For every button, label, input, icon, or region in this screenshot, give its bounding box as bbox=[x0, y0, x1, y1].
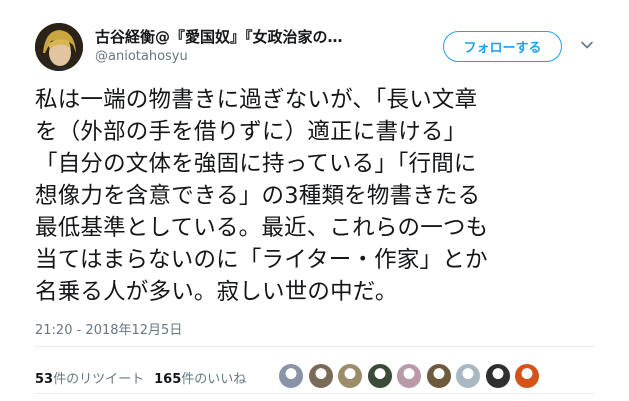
liker-avatar-icon[interactable] bbox=[366, 363, 393, 389]
like-count: 165 bbox=[154, 372, 182, 387]
display-name[interactable]: 古谷経衡@『愛国奴』『女政治家の… bbox=[95, 26, 343, 47]
avatar-icon bbox=[35, 23, 83, 71]
retweet-count: 53 bbox=[35, 372, 54, 387]
liker-avatar-icon[interactable] bbox=[514, 363, 540, 389]
liker-avatar-icon[interactable] bbox=[396, 363, 422, 389]
divider bbox=[35, 346, 595, 347]
retweet-stat[interactable]: 53件のリツイート bbox=[35, 372, 144, 387]
retweet-label: 件のリツイート bbox=[53, 372, 145, 387]
tweet-stats: 53件のリツイート 165件のいいね bbox=[35, 368, 246, 387]
liker-avatar-icon[interactable] bbox=[425, 363, 452, 389]
liker-avatar-icon[interactable] bbox=[307, 363, 334, 389]
chevron-down-icon[interactable] bbox=[580, 38, 594, 52]
avatar[interactable] bbox=[35, 23, 83, 71]
liker-avatar-icon[interactable] bbox=[484, 363, 511, 389]
like-label: 件のいいね bbox=[181, 372, 247, 387]
timestamp[interactable]: 21:20 - 2018年12月5日 bbox=[35, 319, 182, 338]
liker-avatar-icon[interactable] bbox=[337, 363, 363, 389]
tweet-card: 古谷経衡@『愛国奴』『女政治家の… @aniotahosyu フォローする 私は… bbox=[0, 0, 629, 401]
like-stat[interactable]: 165件のいいね bbox=[154, 372, 246, 387]
tweet-text: 私は一端の物書きに過ぎないが、「長い文章 を（外部の手を借りずに）適正に書ける」… bbox=[35, 87, 489, 305]
divider bbox=[35, 393, 595, 394]
follow-button[interactable]: フォローする bbox=[443, 31, 562, 62]
user-handle[interactable]: @aniotahosyu bbox=[95, 49, 188, 64]
liker-avatar-icon[interactable] bbox=[455, 363, 481, 389]
liker-avatar-icon[interactable] bbox=[278, 363, 304, 389]
